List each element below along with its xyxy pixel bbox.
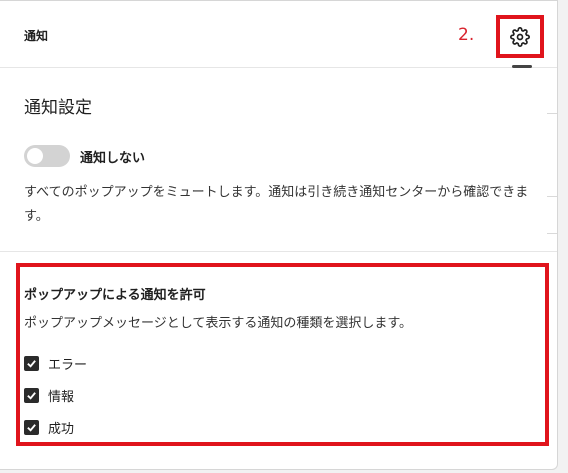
error-checkbox[interactable] [24, 355, 39, 371]
dnd-toggle-row[interactable]: 通知しない [24, 144, 145, 168]
info-checkbox[interactable] [24, 387, 39, 403]
active-tab-indicator [512, 65, 532, 68]
checkbox-label-error: エラー [48, 357, 88, 373]
dnd-toggle-label: 通知しない [80, 150, 146, 166]
checkmark-icon [27, 423, 36, 432]
panel-edge-line [547, 196, 557, 197]
settings-button[interactable] [496, 15, 544, 58]
dnd-toggle[interactable] [24, 145, 70, 167]
section-divider [0, 251, 557, 252]
popup-section-title: ポップアップによる通知を許可 [24, 288, 206, 303]
panel-title: 通知 [24, 29, 49, 43]
checkbox-row-info[interactable]: 情報 [24, 386, 75, 405]
settings-section-title: 通知設定 [24, 98, 92, 118]
notification-panel: 通知 2. 通知設定 通知しない すべてのポップアップをミュートします。通知は引… [0, 0, 558, 470]
panel-header: 通知 2. [0, 1, 557, 68]
success-checkbox[interactable] [24, 419, 39, 435]
checkbox-label-success: 成功 [48, 421, 75, 437]
panel-edge-line [547, 113, 557, 114]
checkbox-row-success[interactable]: 成功 [24, 418, 75, 437]
toggle-knob [27, 148, 43, 164]
checkmark-icon [27, 391, 36, 400]
panel-edge-line [547, 233, 557, 234]
dnd-description: すべてのポップアップをミュートします。通知は引き続き通知センターから確認できます… [24, 185, 529, 224]
step-annotation: 2. [458, 25, 475, 45]
gear-icon [510, 26, 530, 47]
checkbox-row-error[interactable]: エラー [24, 354, 88, 373]
popup-section-description: ポップアップメッセージとして表示する通知の種類を選択します。 [24, 316, 413, 331]
checkmark-icon [27, 359, 36, 368]
checkbox-label-info: 情報 [48, 389, 75, 405]
